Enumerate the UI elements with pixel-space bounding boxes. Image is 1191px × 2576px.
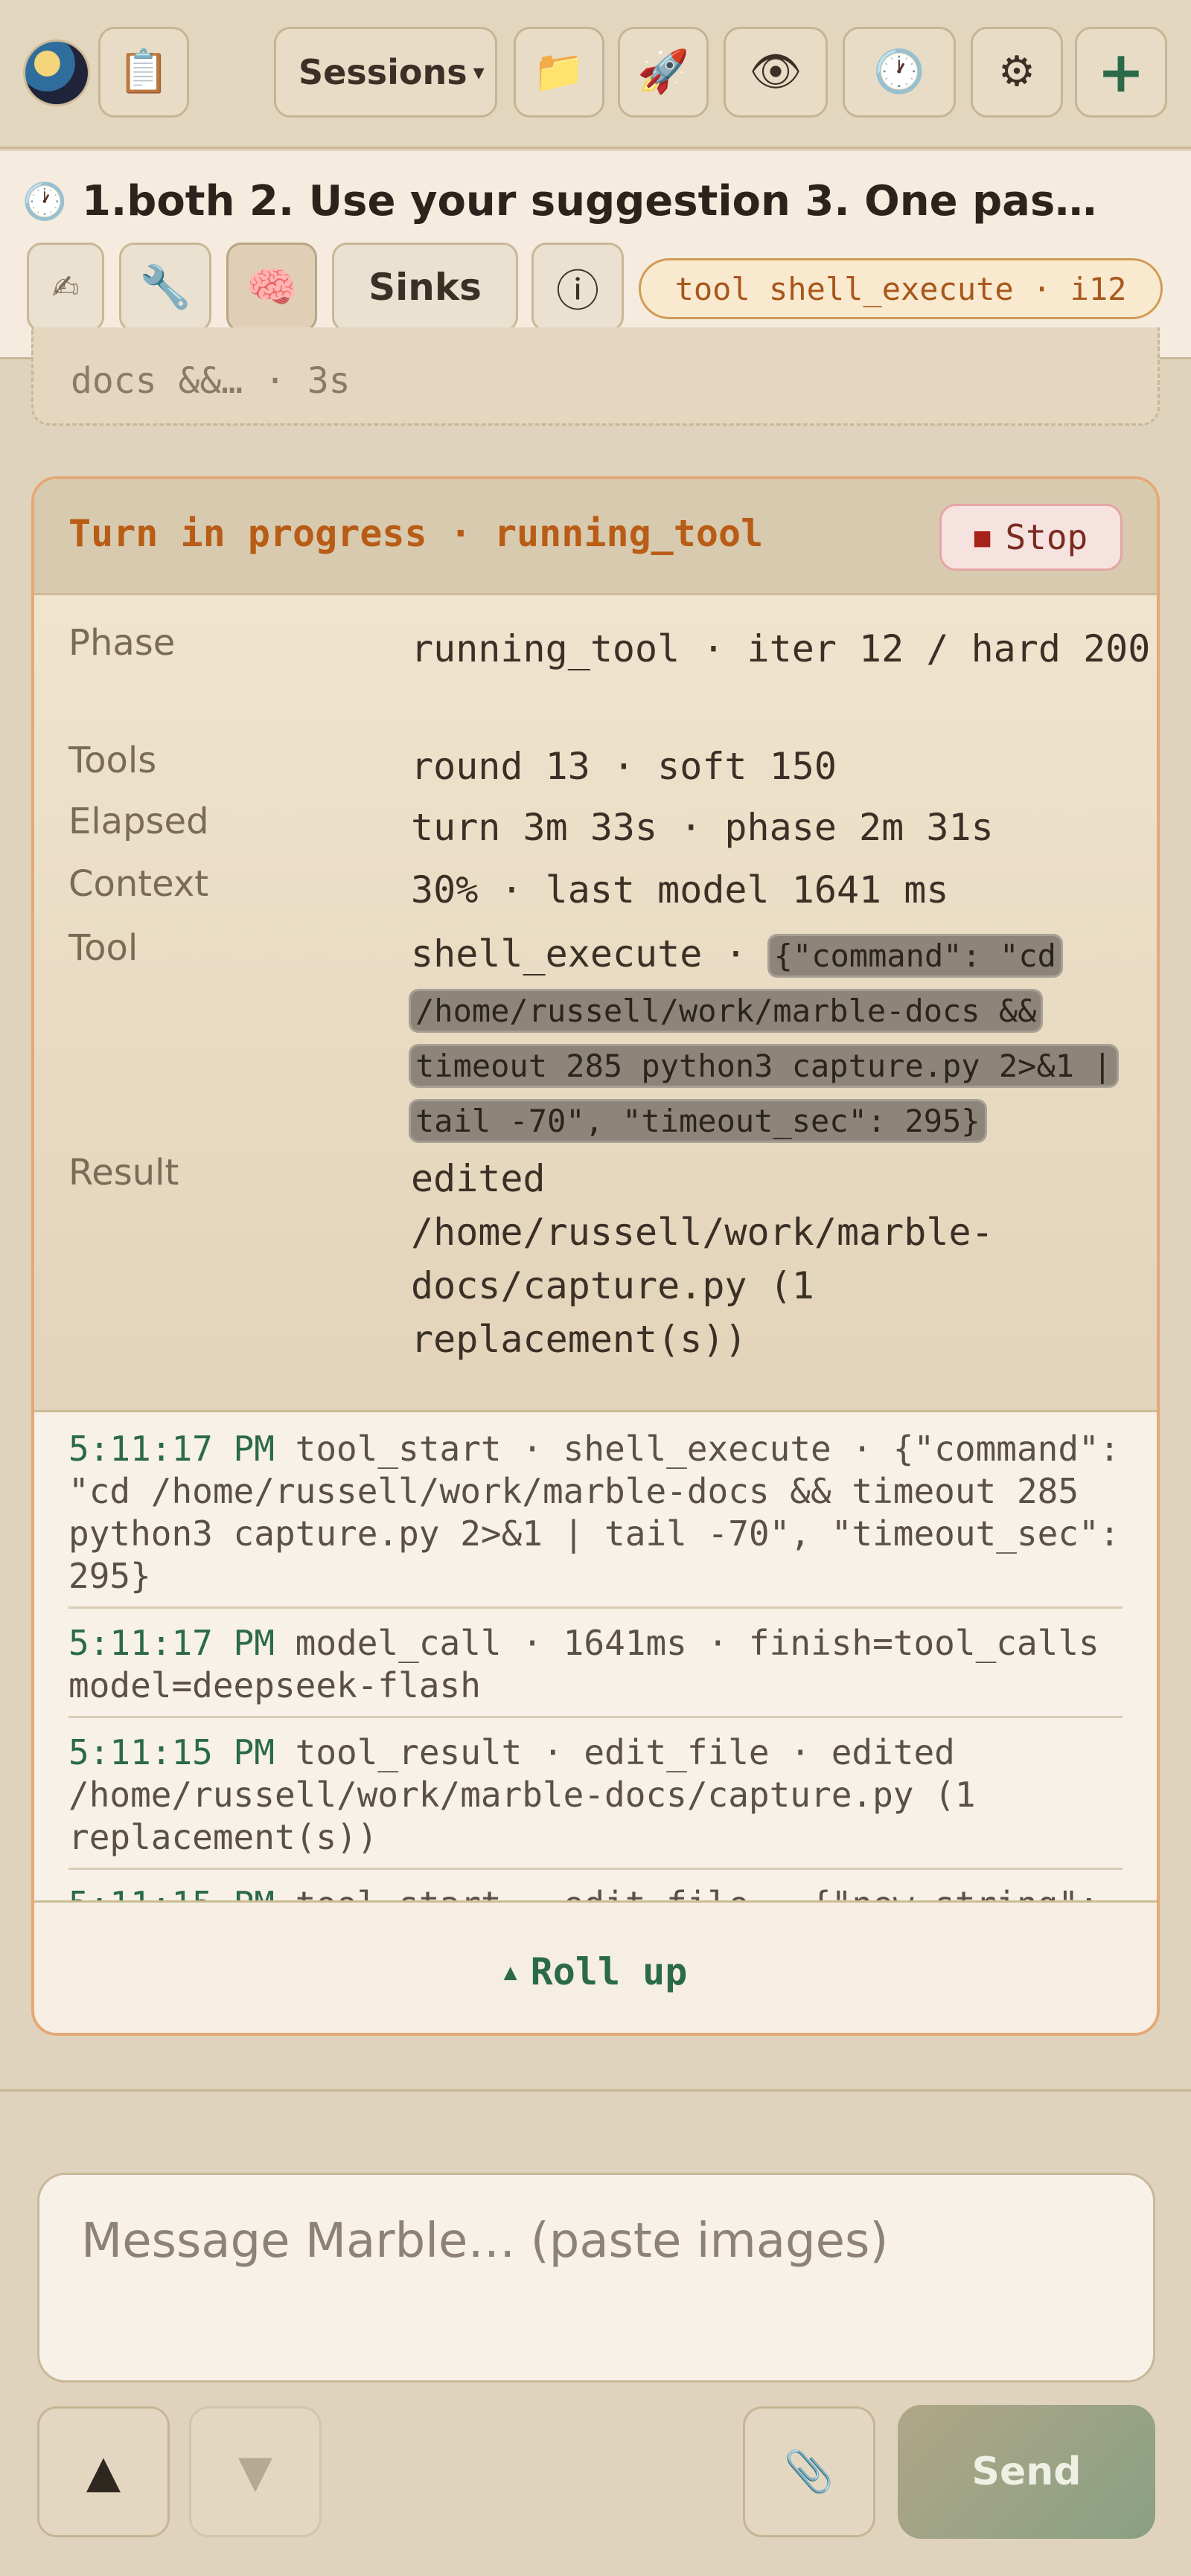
message-input[interactable]: Message Marble… (paste images) [37,2173,1155,2383]
log-timestamp: 5:11:17 PM [68,1429,275,1469]
tool-name: shell_execute · [411,932,747,975]
wrench-icon: 🔧 [139,263,191,312]
triangle-up-icon: ▲ [503,1958,517,1985]
rocket-icon: 🚀 [637,48,689,96]
clipboard-icon: 📋 [118,48,170,96]
log-entry: 5:11:15 PM tool_result · edit_file · edi… [68,1718,1123,1870]
detail-key: Context [68,863,209,905]
send-label: Send [971,2450,1082,2494]
detail-value: running_tool · iter 12 / hard 200 [411,627,1151,670]
folder-button[interactable]: 📁 [514,27,604,118]
thinking-toggle-button[interactable]: 🧠 [226,243,317,332]
clipboard-button[interactable]: 📋 [98,27,189,118]
new-session-button[interactable]: + [1075,27,1167,118]
detail-value: edited /home/russell/work/marble-docs/ca… [411,1157,994,1361]
turn-progress-card: Turn in progress · running_tool ■ Stop P… [31,476,1160,2036]
top-bar: 📋 Sessions ▾ 📁 🚀 👁 🕐 ⚙ + [0,0,1191,149]
previous-tool-summary: docs &&… · 3s [71,360,351,402]
detail-value: shell_execute · {"command": "cd /home/ru… [411,927,1155,1147]
active-tool-badge: tool shell_execute · i12 [639,258,1163,319]
brain-icon: 🧠 [246,263,298,312]
writing-hand-icon: ✍ [51,268,80,307]
detail-key: Elapsed [68,801,209,842]
session-title-row: 🕐 1.both 2. Use your suggestion 3. One p… [22,167,1169,234]
turn-header: Turn in progress · running_tool ■ Stop [34,479,1157,595]
detail-value: 30% · last model 1641 ms [411,868,949,911]
log-entry: 5:11:17 PM model_call · 1641ms · finish=… [68,1609,1123,1718]
detail-key: Result [68,1152,179,1194]
roll-up-label: Roll up [530,1950,688,1993]
compose-button[interactable]: ✍ [27,243,104,332]
detail-key: Tools [68,740,157,781]
stop-square-icon: ■ [974,522,991,553]
detail-key: Tool [68,927,138,969]
session-title: 1.both 2. Use your suggestion 3. One pas… [82,176,1097,225]
eye-button[interactable]: 👁 [724,27,828,118]
history-down-button[interactable]: ▼ [189,2406,322,2537]
eye-icon: 👁 [749,48,802,96]
attach-button[interactable]: 📎 [743,2406,875,2537]
arrow-up-icon: ▲ [86,2446,121,2498]
history-button[interactable]: 🕐 [843,27,956,118]
sessions-dropdown[interactable]: Sessions ▾ [274,27,497,118]
folder-icon: 📁 [533,48,585,96]
info-button[interactable]: ⓘ [531,243,624,332]
arrow-down-icon: ▼ [237,2446,273,2498]
log-text: tool_start · edit_file · {"new_string": [296,1884,1099,1900]
history-up-button[interactable]: ▲ [37,2406,170,2537]
info-icon: ⓘ [555,266,599,316]
settings-button[interactable]: ⚙ [971,27,1063,118]
turn-status-title: Turn in progress · running_tool [68,512,764,555]
message-placeholder: Message Marble… (paste images) [81,2214,889,2269]
rocket-button[interactable]: 🚀 [618,27,709,118]
composer-divider [0,2089,1191,2092]
stop-button[interactable]: ■ Stop [939,504,1123,571]
log-timestamp: 5:11:15 PM [68,1884,275,1900]
event-log[interactable]: 5:11:17 PM tool_start · shell_execute · … [34,1414,1157,1903]
sinks-label: Sinks [368,266,482,309]
roll-up-button[interactable]: ▲ Roll up [34,1905,1157,2033]
previous-tool-card[interactable]: docs &&… · 3s [31,327,1160,426]
plus-icon: + [1097,39,1145,105]
stop-label: Stop [1005,517,1088,557]
detail-value: round 13 · soft 150 [411,745,837,788]
marble-logo-icon[interactable] [25,42,88,104]
gear-icon: ⚙ [997,48,1036,96]
detail-key: Phase [68,622,176,664]
send-button[interactable]: Send [898,2405,1155,2539]
chevron-down-icon: ▾ [473,59,485,86]
log-entry: 5:11:17 PM tool_start · shell_execute · … [68,1414,1123,1609]
log-timestamp: 5:11:15 PM [68,1732,275,1772]
sinks-button[interactable]: Sinks [332,243,518,332]
sessions-label: Sessions [298,52,467,92]
clock-icon: 🕐 [873,48,925,96]
detail-value: turn 3m 33s · phase 2m 31s [411,806,994,849]
paperclip-icon: 📎 [784,2448,834,2495]
turn-details: Phase running_tool · iter 12 / hard 200 … [34,595,1157,1412]
log-timestamp: 5:11:17 PM [68,1623,275,1663]
clock-icon: 🕐 [22,180,67,222]
log-entry: 5:11:15 PM tool_start · edit_file · {"ne… [68,1870,1123,1900]
tools-button[interactable]: 🔧 [119,243,211,332]
